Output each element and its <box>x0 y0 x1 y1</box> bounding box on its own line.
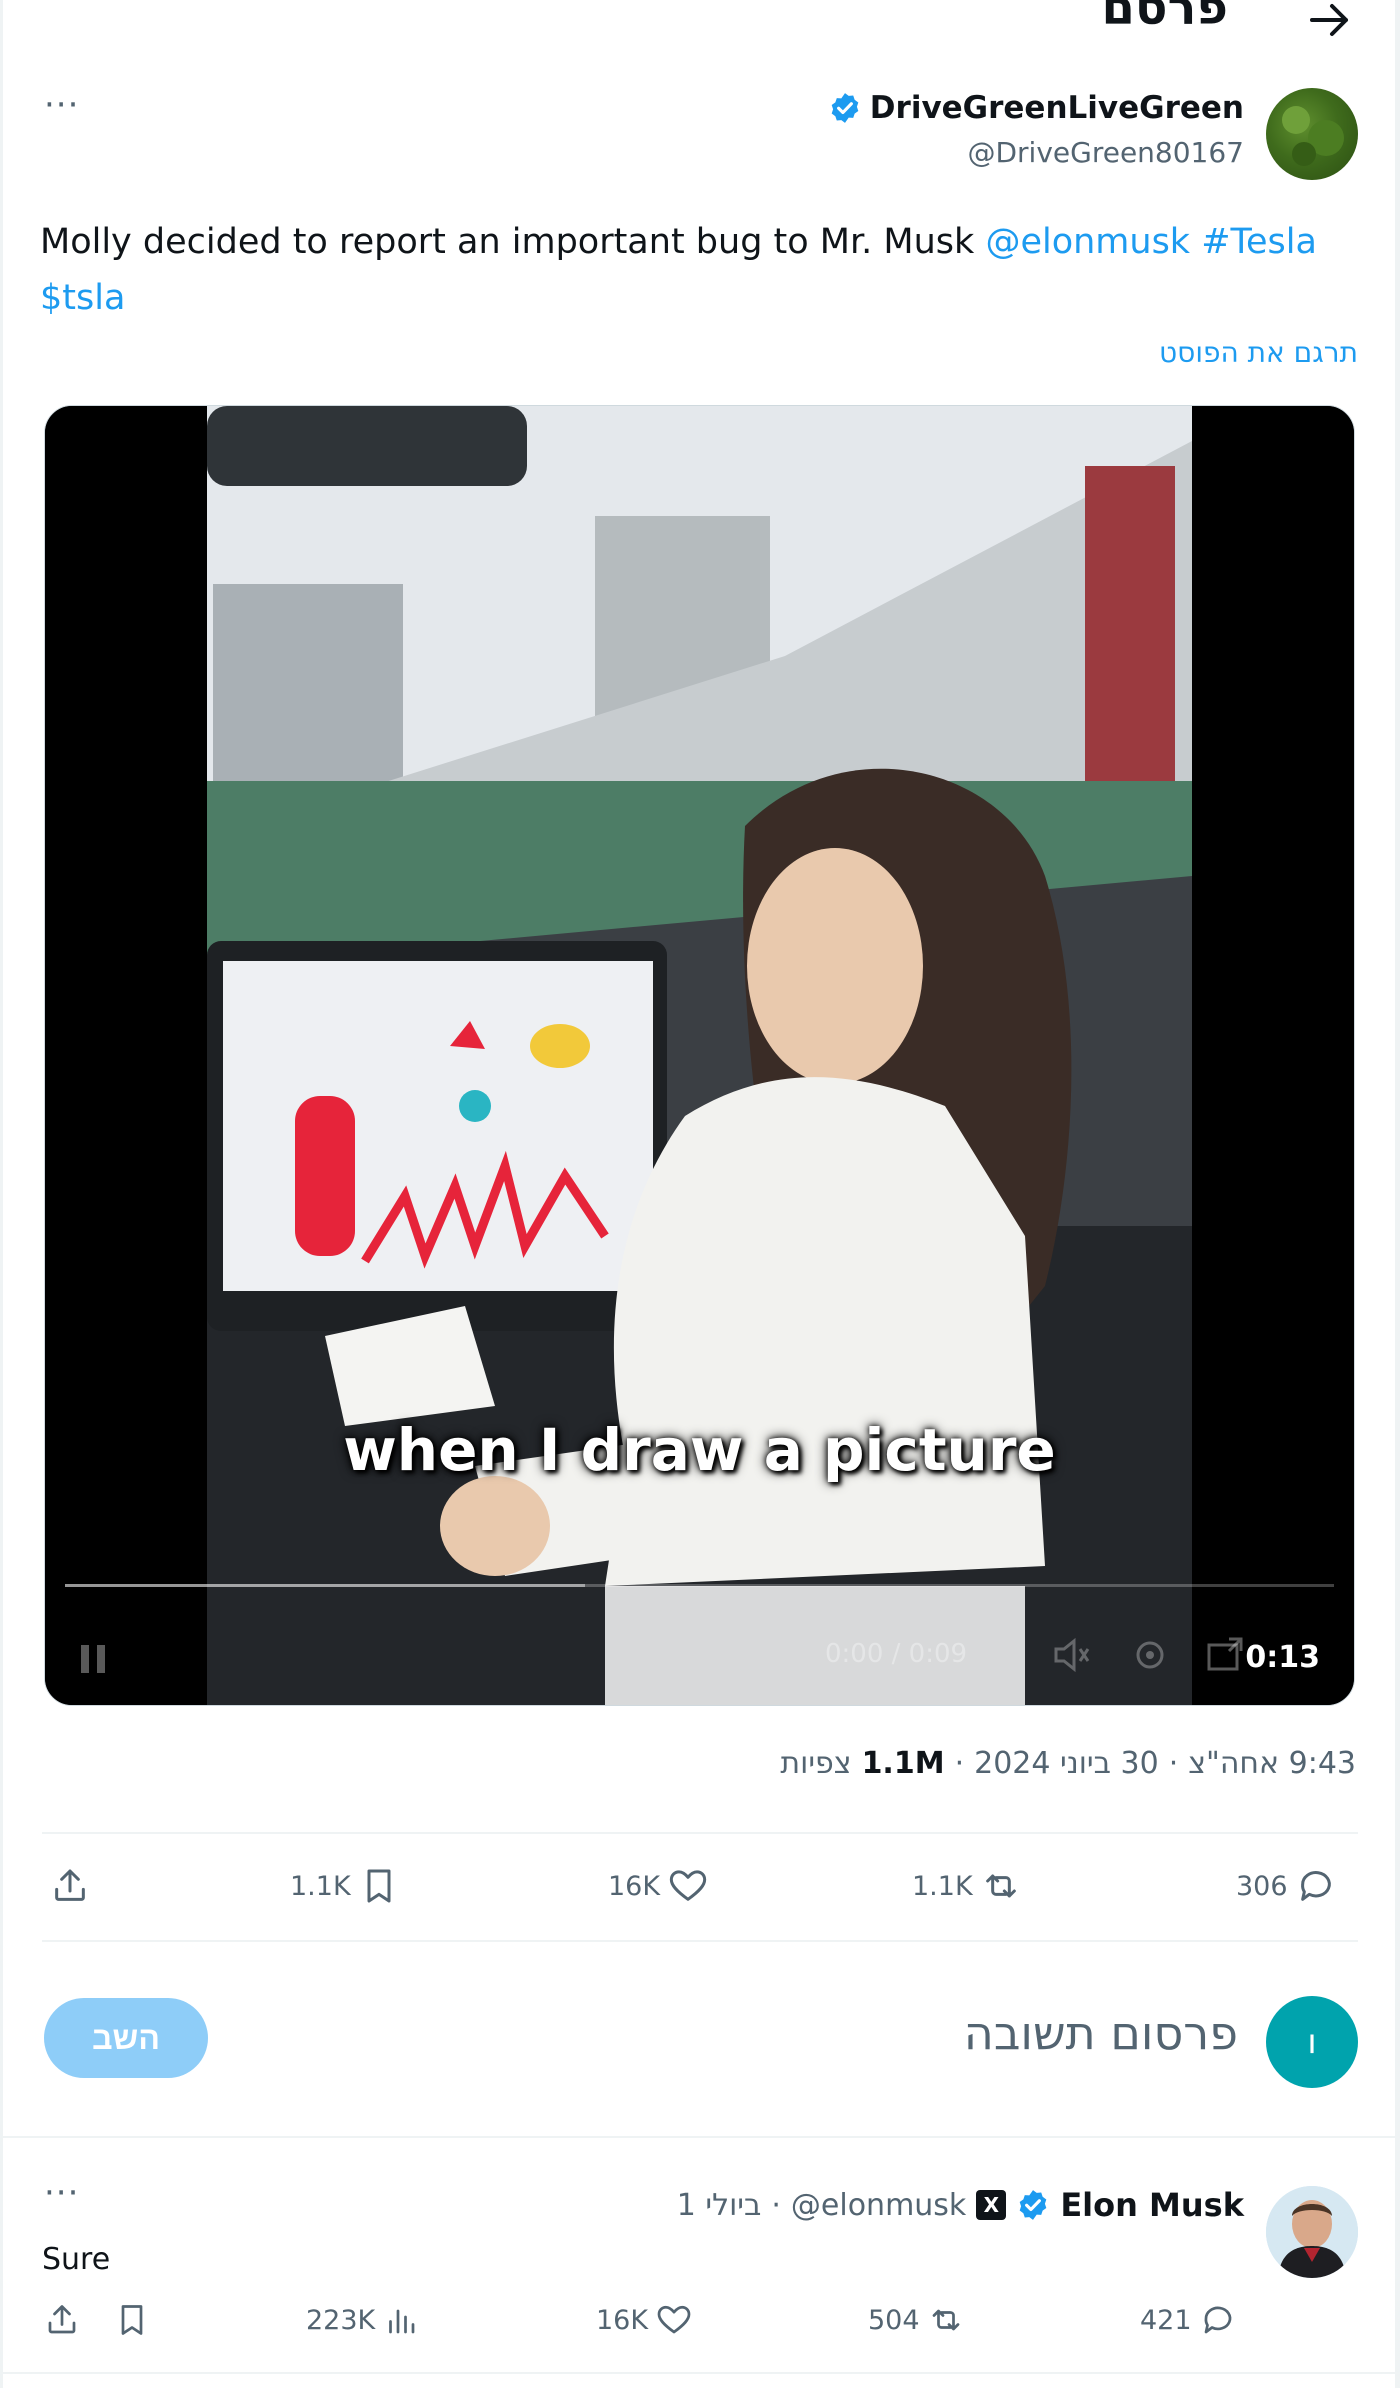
reply-repost-button[interactable]: 504 <box>868 2302 964 2338</box>
reply-like-count: 16K <box>596 2304 649 2336</box>
heart-icon <box>657 2305 691 2334</box>
reply-bookmark-button[interactable] <box>114 2302 150 2338</box>
picture-in-picture-icon[interactable] <box>1205 1635 1245 1675</box>
mute-icon[interactable] <box>1050 1635 1094 1675</box>
reply-repost-count: 504 <box>868 2304 920 2336</box>
reply-more-options-icon[interactable]: ··· <box>44 2176 79 2210</box>
divider <box>3 2372 1395 2374</box>
reply-author-name[interactable]: Elon Musk <box>1060 2186 1244 2224</box>
mention-link[interactable]: @elonmusk <box>985 222 1190 262</box>
bookmark-icon <box>121 2305 143 2335</box>
heart-icon <box>669 1870 707 1901</box>
view-count: 1.1M <box>861 1746 945 1781</box>
post-meta: 9:43 אחה"צ · 30 ביוני 2024 · 1.1M צפיות <box>780 1746 1356 1781</box>
reply-reply-count: 421 <box>1140 2304 1192 2336</box>
comment-icon <box>1204 2306 1231 2334</box>
page-title: פרסם <box>1101 0 1228 36</box>
reply-author-row: 1 ביולי · @elonmusk X Elon Musk <box>677 2186 1244 2224</box>
share-button[interactable] <box>50 1866 90 1906</box>
back-arrow-icon[interactable] <box>1306 0 1352 40</box>
right-border <box>1395 0 1400 2388</box>
meta-separator: · <box>1168 1746 1179 1781</box>
share-icon <box>48 2305 76 2334</box>
left-border <box>0 0 3 2388</box>
video-progress-bar[interactable] <box>65 1584 1334 1587</box>
reply-time[interactable]: 1 ביולי <box>677 2188 762 2223</box>
post-date[interactable]: 30 ביוני 2024 <box>974 1746 1159 1781</box>
author-avatar[interactable] <box>1266 88 1358 180</box>
video-frame <box>45 406 1354 1705</box>
video-duration: 0:13 <box>1245 1640 1320 1675</box>
bookmark-icon <box>367 1869 391 1903</box>
author-handle[interactable]: @DriveGreen80167 <box>967 136 1244 169</box>
repost-icon <box>985 1874 1016 1898</box>
author-name: DriveGreenLiveGreen <box>869 90 1244 126</box>
repost-count: 1.1K <box>912 1870 973 1902</box>
comment-icon <box>1300 1871 1331 1901</box>
reply-views[interactable]: 223K <box>306 2302 419 2338</box>
bookmark-count: 1.1K <box>290 1870 351 1902</box>
cashtag-link[interactable]: $tsla <box>40 278 125 318</box>
verified-badge-icon <box>831 93 859 123</box>
post-text: Molly decided to report an important bug… <box>40 214 1360 326</box>
current-user-avatar[interactable]: ו <box>1266 1996 1358 2088</box>
reply-view-count: 223K <box>306 2304 376 2336</box>
video-player[interactable]: when I draw a picture 0:00 / 0:09 0:13 <box>44 405 1355 1706</box>
divider <box>3 2136 1395 2138</box>
divider <box>42 1832 1358 1834</box>
pause-icon[interactable] <box>75 1639 111 1679</box>
video-progress-fill <box>65 1584 586 1587</box>
view-label: צפיות <box>780 1746 852 1781</box>
reply-button[interactable]: 306 <box>1236 1866 1336 1906</box>
verified-badge-icon <box>1019 2190 1047 2220</box>
repost-icon <box>932 2309 959 2331</box>
translate-post-link[interactable]: תרגם את הפוסט <box>1159 336 1358 369</box>
reply-input[interactable]: פרסום תשובה <box>964 2006 1238 2060</box>
post-page: פרסם DriveGreenLiveGreen @DriveGreen8016… <box>0 0 1400 2388</box>
meta-separator: · <box>771 2187 781 2223</box>
like-count: 16K <box>608 1870 661 1902</box>
divider <box>42 1940 1358 1942</box>
reply-author-handle[interactable]: @elonmusk <box>791 2188 966 2223</box>
author-name-row[interactable]: DriveGreenLiveGreen <box>828 90 1244 126</box>
reply-share-button[interactable] <box>44 2302 80 2338</box>
share-icon <box>55 1869 85 1901</box>
settings-icon[interactable] <box>1130 1635 1170 1675</box>
like-button[interactable]: 16K <box>608 1866 708 1906</box>
repost-button[interactable]: 1.1K <box>912 1866 1021 1906</box>
submit-reply-button[interactable]: השב <box>44 1998 208 2078</box>
meta-separator: · <box>954 1746 965 1781</box>
more-options-icon[interactable]: ··· <box>44 88 79 122</box>
post-time[interactable]: 9:43 אחה"צ <box>1188 1746 1356 1781</box>
x-affiliate-badge-icon: X <box>976 2190 1007 2220</box>
hashtag-link[interactable]: #Tesla <box>1201 222 1317 262</box>
video-elapsed-time: 0:00 / 0:09 <box>825 1639 968 1669</box>
reply-text: Sure <box>42 2242 111 2277</box>
video-caption: when I draw a picture <box>343 1416 1056 1484</box>
reply-reply-button[interactable]: 421 <box>1140 2302 1236 2338</box>
analytics-icon <box>389 2309 415 2334</box>
reply-like-button[interactable]: 16K <box>596 2302 692 2338</box>
reply-author-avatar[interactable] <box>1266 2186 1358 2278</box>
bookmark-button[interactable]: 1.1K <box>290 1866 399 1906</box>
reply-count: 306 <box>1236 1870 1288 1902</box>
post-text-main: Molly decided to report an important bug… <box>40 222 986 262</box>
